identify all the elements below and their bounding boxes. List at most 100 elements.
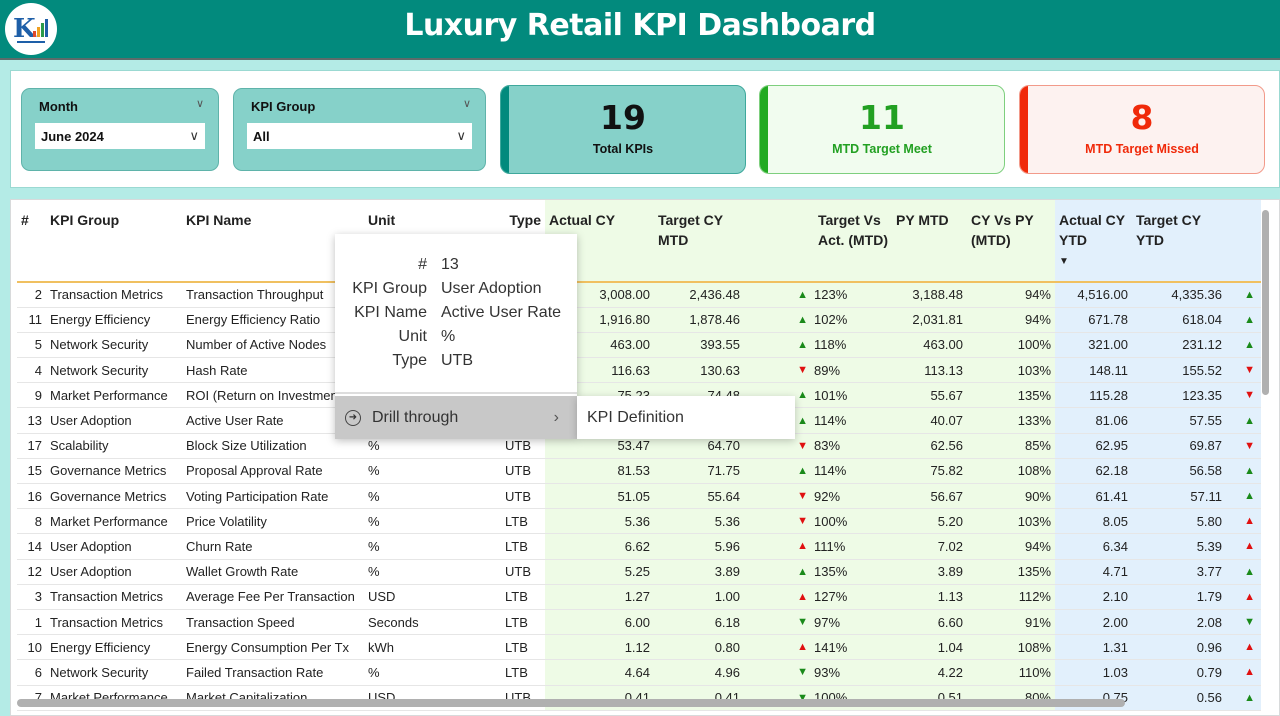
actual-cy-ytd-cell: 61.41 [1055, 483, 1132, 510]
cy-vs-py-cell: 103% [967, 508, 1055, 535]
trend-up-green-icon: ▲ [797, 414, 808, 427]
cy-vs-py-cell: 110% [967, 659, 1055, 686]
trend-down-red-icon: ▼ [1244, 389, 1255, 402]
table-row[interactable]: 5 Network Security Number of Active Nodes 4… [17, 332, 1261, 359]
target-vs-act-cell: 127% [814, 584, 892, 610]
actual-cy-ytd-cell: 148.11 [1055, 357, 1132, 384]
kpi-name-cell: Average Fee Per Transaction [182, 584, 364, 610]
vertical-scrollbar[interactable] [1262, 210, 1269, 395]
col-header-cy-vs-py[interactable]: CY Vs PY (MTD) [967, 200, 1055, 283]
cy-vs-py-cell: 91% [967, 609, 1055, 636]
trend-up-green-icon: ▲ [797, 338, 808, 351]
kpi-name-cell: Price Volatility [182, 508, 364, 535]
drill-through-label: Drill through [372, 408, 459, 426]
actual-cy-cell: 6.00 [545, 609, 654, 636]
ytd-icon-cell: ▲ [1226, 559, 1261, 585]
total-kpis-label: Total KPIs [592, 142, 654, 156]
kpi-definition-menu-item[interactable]: KPI Definition [577, 396, 795, 439]
row-id-cell: 9 [17, 382, 46, 409]
unit-cell: kWh [364, 634, 501, 661]
unit-cell: % [364, 533, 501, 560]
table-row[interactable]: 8 Market Performance Price Volatility% LTB 5… [17, 508, 1261, 535]
tooltip-row-kpi-group: KPI Group User Adoption [335, 280, 577, 304]
target-cy-ytd-cell: 231.12 [1132, 332, 1226, 359]
trend-up-red-icon: ▲ [797, 540, 808, 553]
table-row[interactable]: 16 Governance Metrics Voting Participation… [17, 483, 1261, 510]
month-slicer: Month ∨ June 2024 ∨ [21, 88, 219, 171]
table-row[interactable]: 12 User Adoption Wallet Growth Rate% UTB 5.2… [17, 559, 1261, 585]
actual-cy-cell: 51.05 [545, 483, 654, 510]
month-dropdown[interactable]: June 2024 ∨ [35, 123, 205, 149]
kpi-group-cell: Scalability [46, 433, 182, 459]
cy-vs-py-cell: 94% [967, 533, 1055, 560]
ytd-icon-cell: ▲ [1226, 634, 1261, 661]
col-header-target-cy-ytd[interactable]: Target CY YTD [1132, 200, 1226, 283]
col-header-py-mtd[interactable]: PY MTD [892, 200, 967, 283]
target-vs-act-cell: 100% [814, 508, 892, 535]
trend-up-green-icon: ▲ [1244, 565, 1255, 578]
table-row[interactable]: 4 Network Security Hash Rate 116.63 130.63 ▼ 8… [17, 357, 1261, 384]
row-id-cell: 13 [17, 407, 46, 434]
col-header-actual-cy-ytd-label: Actual CY YTD [1059, 212, 1125, 248]
mtd-icon-cell: ▲ [744, 282, 814, 308]
actual-cy-cell: 81.53 [545, 458, 654, 485]
ytd-icon-cell: ▲ [1226, 332, 1261, 359]
col-header-id[interactable]: # [17, 200, 46, 283]
kpi-name-cell: Transaction Speed [182, 609, 364, 636]
page-title: Luxury Retail KPI Dashboard [404, 8, 876, 43]
table-row[interactable]: 6 Network Security Failed Transaction Rate… [17, 659, 1261, 686]
unit-cell: % [364, 659, 501, 686]
table-row[interactable]: 14 User Adoption Churn Rate% LTB 6.62 5.96 ▲ 11… [17, 533, 1261, 560]
mtd-target-missed-value: 8 [1130, 98, 1154, 137]
col-header-target-vs-act[interactable]: Target Vs Act. (MTD) [814, 200, 892, 283]
target-vs-act-cell: 89% [814, 357, 892, 384]
table-row[interactable]: 11 Energy Efficiency Energy Efficiency Rat… [17, 307, 1261, 333]
tooltip-value: Active User Rate [441, 304, 562, 321]
actual-cy-ytd-cell: 1.03 [1055, 659, 1132, 686]
kpi-group-dropdown[interactable]: All ∨ [247, 123, 472, 149]
mtd-icon-cell: ▼ [744, 659, 814, 686]
unit-cell: Seconds [364, 609, 501, 636]
chevron-down-icon[interactable]: ∨ [196, 97, 204, 110]
card-accent-bar [501, 86, 509, 173]
col-header-kpi-group[interactable]: KPI Group [46, 200, 182, 283]
actual-cy-ytd-cell: 81.06 [1055, 407, 1132, 434]
col-header-target-cy-mtd[interactable]: Target CY MTD [654, 200, 744, 283]
actual-cy-ytd-cell: 6.34 [1055, 533, 1132, 560]
target-cy-ytd-cell: 0.96 [1132, 634, 1226, 661]
table-row[interactable]: 15 Governance Metrics Proposal Approval Ra… [17, 458, 1261, 485]
target-cy-ytd-cell: 5.80 [1132, 508, 1226, 535]
horizontal-scrollbar[interactable] [17, 699, 1125, 707]
kpi-group-cell: Energy Efficiency [46, 307, 182, 333]
row-id-cell: 12 [17, 559, 46, 585]
mtd-icon-cell: ▲ [744, 458, 814, 485]
target-cy-ytd-cell: 2.08 [1132, 609, 1226, 636]
chevron-down-icon[interactable]: ∨ [463, 97, 471, 110]
kpi-group-cell: Network Security [46, 659, 182, 686]
row-id-cell: 1 [17, 609, 46, 636]
total-kpis-value: 19 [600, 98, 646, 137]
mtd-target-meet-label: MTD Target Meet [832, 142, 932, 156]
tooltip-value: User Adoption [441, 280, 542, 297]
table-row[interactable]: 3 Transaction Metrics Average Fee Per Tran… [17, 584, 1261, 610]
trend-up-green-icon: ▲ [1244, 313, 1255, 326]
target-cy-ytd-cell: 57.11 [1132, 483, 1226, 510]
target-cy-ytd-cell: 3.77 [1132, 559, 1226, 585]
mtd-icon-cell: ▲ [744, 584, 814, 610]
py-mtd-cell: 1.04 [892, 634, 967, 661]
actual-cy-ytd-cell: 62.18 [1055, 458, 1132, 485]
col-header-actual-cy-ytd[interactable]: Actual CY YTD ▼ [1055, 200, 1132, 283]
actual-cy-cell: 1.12 [545, 634, 654, 661]
cy-vs-py-cell: 100% [967, 332, 1055, 359]
table-row[interactable]: 2 Transaction Metrics Transaction Throughp… [17, 282, 1261, 308]
trend-down-green-icon: ▼ [797, 666, 808, 679]
target-cy-mtd-cell: 1.00 [654, 584, 744, 610]
cy-vs-py-cell: 135% [967, 559, 1055, 585]
drill-through-menu-item[interactable]: ➜ Drill through › [335, 396, 577, 439]
target-cy-ytd-cell: 4,335.36 [1132, 282, 1226, 308]
table-row[interactable]: 10 Energy Efficiency Energy Consumption Pe… [17, 634, 1261, 661]
tooltip-value: % [441, 328, 456, 345]
kpi-name-cell: Energy Consumption Per Tx [182, 634, 364, 661]
table-row[interactable]: 1 Transaction Metrics Transaction Speed Sec… [17, 609, 1261, 636]
target-cy-ytd-cell: 57.55 [1132, 407, 1226, 434]
